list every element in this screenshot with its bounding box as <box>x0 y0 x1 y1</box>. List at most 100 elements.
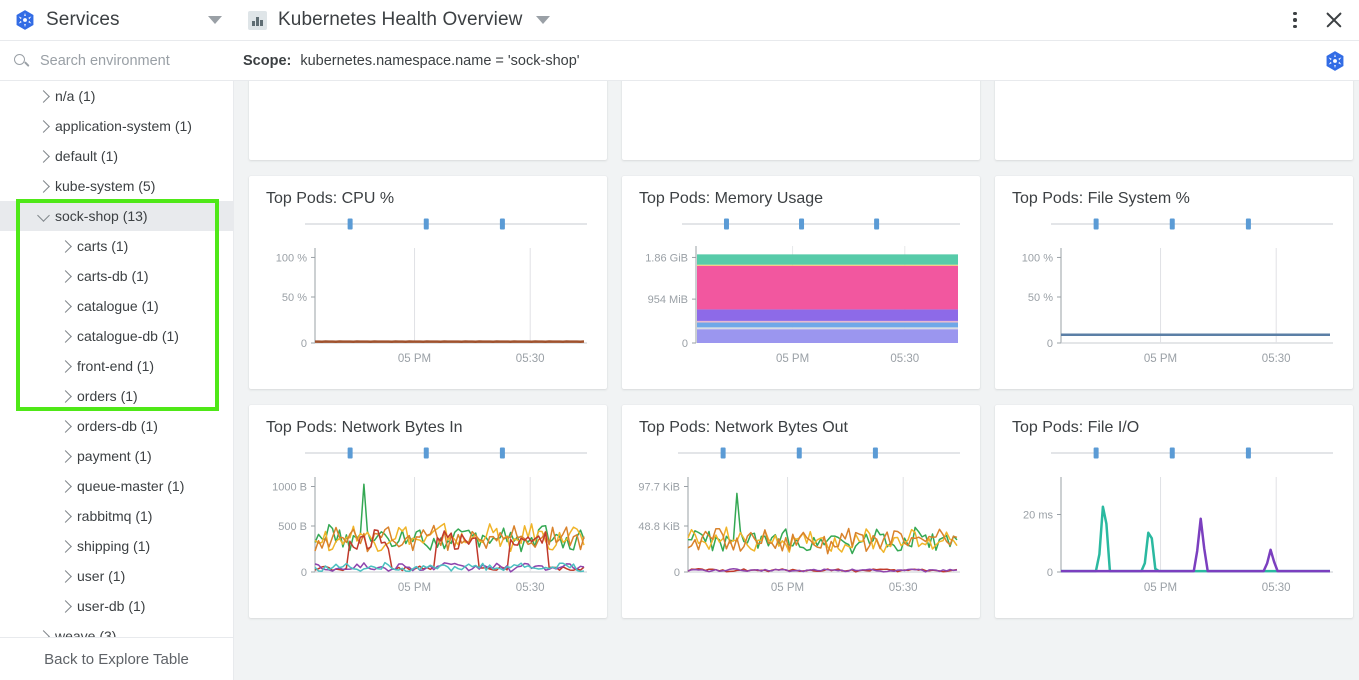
chevron-right-icon[interactable] <box>59 360 72 373</box>
sidebar-item-user[interactable]: user (1) <box>0 561 233 591</box>
chevron-right-icon[interactable] <box>37 120 50 133</box>
chart-plot-area[interactable]: 020 ms05 PM05:30 <box>995 405 1353 618</box>
chevron-down-icon[interactable] <box>208 16 222 24</box>
chevron-down-icon[interactable] <box>536 16 550 24</box>
svg-text:0: 0 <box>1047 567 1053 579</box>
close-icon[interactable] <box>1323 9 1345 31</box>
svg-text:0: 0 <box>682 338 688 350</box>
search-container[interactable] <box>0 41 234 81</box>
sidebar-footer: Back to Explore Table <box>0 637 233 680</box>
chart-plot-area[interactable]: 050 %100 %05 PM05:30 <box>249 176 607 389</box>
svg-text:05:30: 05:30 <box>889 582 918 594</box>
chart-card-top-pods-filesystem[interactable]: Top Pods: File System %050 %100 %05 PM05… <box>995 176 1353 389</box>
chart-card-top-pods-net-out[interactable]: Top Pods: Network Bytes Out048.8 KiB97.7… <box>622 405 980 618</box>
svg-text:48.8 KiB: 48.8 KiB <box>638 521 680 533</box>
chart-plot-area[interactable]: sock-shop00.51 <box>622 81 980 160</box>
sidebar-item-label: user (1) <box>77 568 125 584</box>
chevron-right-icon[interactable] <box>59 480 72 493</box>
svg-text:05:30: 05:30 <box>1262 353 1291 365</box>
chart-card-top-middle-bar[interactable]: sock-shop00.51 <box>622 81 980 160</box>
kubernetes-icon <box>14 9 36 31</box>
sidebar-item-label: kube-system (5) <box>55 178 155 194</box>
sidebar-item-catalogue[interactable]: catalogue (1) <box>0 291 233 321</box>
sidebar-item-catalogue-db[interactable]: catalogue-db (1) <box>0 321 233 351</box>
dashboard-main: 00.050.1sock-shop00.510505 PM05:30 Top Po… <box>234 81 1359 680</box>
sidebar-item-label: application-system (1) <box>55 118 192 134</box>
chart-card-top-pods-net-in[interactable]: Top Pods: Network Bytes In0500 B1000 B05… <box>249 405 607 618</box>
svg-text:0: 0 <box>674 567 680 579</box>
chevron-right-icon[interactable] <box>59 600 72 613</box>
chevron-right-icon[interactable] <box>37 180 50 193</box>
chart-plot-area[interactable]: 0500 B1000 B05 PM05:30 <box>249 405 607 618</box>
chart-plot-area[interactable]: 00.050.1 <box>249 81 607 160</box>
chevron-right-icon[interactable] <box>59 570 72 583</box>
chart-card-top-left-bars[interactable]: 00.050.1 <box>249 81 607 160</box>
entity-selector[interactable]: Services <box>0 0 234 41</box>
sidebar-item-label: user-db (1) <box>77 598 145 614</box>
chart-plot-area[interactable]: 050 %100 %05 PM05:30 <box>995 176 1353 389</box>
svg-text:100 %: 100 % <box>1022 252 1053 264</box>
chevron-right-icon[interactable] <box>59 390 72 403</box>
sidebar-item-carts[interactable]: carts (1) <box>0 231 233 261</box>
sidebar-item-sock-shop[interactable]: sock-shop (13) <box>0 201 233 231</box>
sidebar-item-orders-db[interactable]: orders-db (1) <box>0 411 233 441</box>
chart-card-top-pods-cpu[interactable]: Top Pods: CPU %050 %100 %05 PM05:30 <box>249 176 607 389</box>
sidebar-item-na[interactable]: n/a (1) <box>0 81 233 111</box>
search-icon <box>13 53 29 69</box>
sidebar-item-label: sock-shop (13) <box>55 208 148 224</box>
sidebar-item-kube-system[interactable]: kube-system (5) <box>0 171 233 201</box>
sidebar-item-payment[interactable]: payment (1) <box>0 441 233 471</box>
kubernetes-icon[interactable] <box>1324 50 1346 72</box>
sidebar-item-front-end[interactable]: front-end (1) <box>0 351 233 381</box>
svg-text:1000 B: 1000 B <box>272 481 307 493</box>
svg-text:05 PM: 05 PM <box>771 582 804 594</box>
sidebar-item-application-system[interactable]: application-system (1) <box>0 111 233 141</box>
chevron-right-icon[interactable] <box>37 150 50 163</box>
chart-card-top-pods-memory[interactable]: Top Pods: Memory Usage0954 MiB1.86 GiB05… <box>622 176 980 389</box>
sidebar-item-carts-db[interactable]: carts-db (1) <box>0 261 233 291</box>
sidebar-item-weave[interactable]: weave (3) <box>0 621 233 637</box>
chevron-right-icon[interactable] <box>37 90 50 103</box>
chevron-right-icon[interactable] <box>59 420 72 433</box>
sidebar-item-label: carts-db (1) <box>77 268 149 284</box>
svg-text:05 PM: 05 PM <box>776 353 809 365</box>
chevron-right-icon[interactable] <box>59 450 72 463</box>
chart-plot-area[interactable]: 0954 MiB1.86 GiB05 PM05:30 <box>622 176 980 389</box>
scope-value: kubernetes.namespace.name = 'sock-shop' <box>300 53 579 69</box>
sidebar-item-default[interactable]: default (1) <box>0 141 233 171</box>
chart-plot-area[interactable]: 0 48.8 KiB 97.7 KiB 05 PM 05:30 <box>622 405 980 618</box>
chart-card-top-right-line[interactable]: 0505 PM05:30 <box>995 81 1353 160</box>
sidebar-item-label: default (1) <box>55 148 118 164</box>
chevron-right-icon[interactable] <box>59 540 72 553</box>
sidebar-item-queue-master[interactable]: queue-master (1) <box>0 471 233 501</box>
sidebar-item-user-db[interactable]: user-db (1) <box>0 591 233 621</box>
svg-text:05:30: 05:30 <box>1262 582 1291 594</box>
svg-text:20 ms: 20 ms <box>1023 510 1053 522</box>
svg-text:50 %: 50 % <box>1028 292 1053 304</box>
sidebar-item-label: weave (3) <box>55 628 116 637</box>
chevron-right-icon[interactable] <box>59 270 72 283</box>
search-input[interactable] <box>38 52 218 70</box>
sidebar-item-rabbitmq[interactable]: rabbitmq (1) <box>0 501 233 531</box>
dashboard-selector[interactable]: Kubernetes Health Overview <box>234 0 550 41</box>
svg-text:100 %: 100 % <box>276 252 307 264</box>
sidebar-item-label: rabbitmq (1) <box>77 508 152 524</box>
sidebar-item-shipping[interactable]: shipping (1) <box>0 531 233 561</box>
svg-text:97.7 KiB: 97.7 KiB <box>638 481 680 493</box>
chevron-down-icon[interactable] <box>37 209 50 222</box>
svg-text:954 MiB: 954 MiB <box>648 294 688 306</box>
kebab-menu-icon[interactable] <box>1285 9 1305 31</box>
chevron-right-icon[interactable] <box>59 510 72 523</box>
sidebar-item-label: queue-master (1) <box>77 478 184 494</box>
sidebar-item-orders[interactable]: orders (1) <box>0 381 233 411</box>
svg-text:0: 0 <box>301 338 307 350</box>
sidebar-item-label: orders-db (1) <box>77 418 158 434</box>
header-actions <box>1285 0 1359 41</box>
chevron-right-icon[interactable] <box>37 630 50 637</box>
chevron-right-icon[interactable] <box>59 300 72 313</box>
chevron-right-icon[interactable] <box>59 330 72 343</box>
chart-card-top-pods-file-io[interactable]: Top Pods: File I/O020 ms05 PM05:30 <box>995 405 1353 618</box>
chart-plot-area[interactable]: 0505 PM05:30 <box>995 81 1353 160</box>
back-to-explore-table-link[interactable]: Back to Explore Table <box>44 651 189 668</box>
chevron-right-icon[interactable] <box>59 240 72 253</box>
